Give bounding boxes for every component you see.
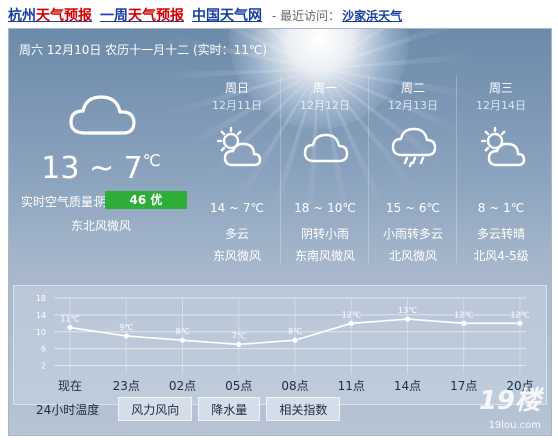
x-tick-label: 现在 bbox=[58, 379, 82, 393]
china-weather-link[interactable]: 中国天气网 bbox=[192, 5, 262, 25]
data-label: 12℃ bbox=[342, 310, 361, 319]
data-label: 8℃ bbox=[175, 327, 189, 336]
weekly-forecast-link[interactable]: 一周天气预报 bbox=[100, 5, 184, 25]
forecast-temp: 18 ~ 10℃ bbox=[294, 201, 356, 215]
forecast-wind: 东南风微风 bbox=[294, 249, 355, 263]
forecast-wind: 北风微风 bbox=[388, 249, 437, 263]
temperature-point bbox=[123, 333, 129, 339]
forecast-day-date: 12月11日 bbox=[212, 99, 262, 112]
forecast-condition: 多云转晴 bbox=[476, 227, 525, 241]
weather-card: 周六 12月10日 农历十一月十二 (实时：11℃) 13 ~ 7℃ 阴 东北风… bbox=[8, 28, 552, 436]
partly-cloudy-icon bbox=[216, 126, 262, 167]
x-tick-label: 02点 bbox=[169, 379, 196, 393]
forecast-day-name: 周三 bbox=[488, 81, 513, 95]
hangzhou-forecast-link[interactable]: 杭州天气预报 bbox=[8, 5, 92, 25]
temperature-point bbox=[404, 316, 411, 322]
forecast-day: 周三 12月14日 8 ~ 1℃ 多云转晴 北风4-5级 bbox=[457, 75, 545, 265]
temperature-point bbox=[348, 320, 354, 326]
temperature-point bbox=[517, 320, 523, 326]
forecast-condition: 阴转小雨 bbox=[300, 227, 349, 241]
x-tick-label: 11点 bbox=[338, 379, 365, 393]
y-tick-label: 2 bbox=[41, 362, 46, 371]
today-date-line: 周六 12月10日 农历十一月十二 (实时：11℃) bbox=[19, 43, 268, 57]
data-label: 12℃ bbox=[510, 310, 529, 319]
partly-cloudy-icon bbox=[480, 126, 526, 167]
forecast-temp: 15 ~ 6℃ bbox=[385, 201, 441, 215]
data-label: 7℃ bbox=[232, 331, 246, 340]
x-tick-label: 05点 bbox=[225, 379, 252, 393]
forecast-day-date: 12月13日 bbox=[388, 99, 438, 112]
chart-tabs: 24小时温度 风力风向 降水量 相关指数 bbox=[23, 397, 346, 421]
rain-cloud-icon bbox=[391, 127, 437, 168]
temperature-point bbox=[236, 341, 242, 348]
forecast-condition: 多云 bbox=[224, 227, 249, 241]
temperature-point bbox=[67, 324, 73, 331]
forecast-temp: 14 ~ 7℃ bbox=[209, 201, 265, 215]
forecast-day: 周一 12月12日 18 ~ 10℃ 阴转小雨 东南风微风 bbox=[281, 75, 369, 265]
data-label: 12℃ bbox=[454, 310, 473, 319]
temperature-point bbox=[461, 320, 467, 326]
y-tick-label: 18 bbox=[36, 294, 46, 303]
recent-visits-label: - 最近访问： bbox=[272, 8, 341, 23]
y-tick-label: 14 bbox=[36, 311, 46, 320]
temperature-chart-svg: 2 6 10 14 18 11℃ 9℃ 8℃ 7℃ 8℃ 12℃ 13℃ 12℃ 12℃ 现在 23点 02点 0… bbox=[36, 294, 534, 393]
forecast-wind: 北风4-5级 bbox=[473, 249, 529, 263]
aqi-badge: 46 优 bbox=[105, 191, 187, 209]
cloud-icon bbox=[69, 95, 136, 135]
temperature-point bbox=[292, 337, 298, 343]
forecast-day-date: 12月12日 bbox=[300, 99, 350, 112]
y-tick-label: 6 bbox=[41, 345, 46, 354]
temperature-point bbox=[179, 337, 186, 343]
forecast-day-name: 周日 bbox=[224, 81, 249, 95]
x-tick-label: 14点 bbox=[394, 379, 421, 393]
watermark-logo: 19楼 bbox=[478, 386, 541, 416]
x-tick-label: 17点 bbox=[450, 379, 477, 393]
x-tick-label: 08点 bbox=[281, 379, 308, 393]
forecast-condition: 小雨转多云 bbox=[382, 227, 443, 241]
forecast-day-name: 周二 bbox=[400, 81, 425, 95]
data-label: 8℃ bbox=[288, 327, 302, 336]
today-wind: 东北风微风 bbox=[70, 219, 131, 233]
forecast-day: 周二 12月13日 15 ~ 6℃ 小雨转多云 北风微风 bbox=[369, 75, 457, 265]
forecast-wind: 东风微风 bbox=[212, 249, 261, 263]
forecast-day-date: 12月14日 bbox=[476, 99, 526, 112]
top-link-bar: 杭州天气预报 一周天气预报 中国天气网 - 最近访问： 沙家浜天气 bbox=[8, 4, 402, 26]
recent-visit-link[interactable]: 沙家浜天气 bbox=[342, 7, 402, 24]
data-label: 13℃ bbox=[398, 306, 417, 315]
forecast-temp: 8 ~ 1℃ bbox=[477, 201, 525, 215]
tab-24h-temperature[interactable]: 24小时温度 bbox=[23, 397, 112, 421]
watermark-domain: 19lou.com bbox=[488, 420, 542, 431]
cloud-icon bbox=[303, 133, 349, 163]
data-label: 11℃ bbox=[60, 315, 79, 324]
y-tick-label: 10 bbox=[36, 328, 46, 337]
tab-indices[interactable]: 相关指数 bbox=[266, 397, 341, 421]
x-tick-label: 23点 bbox=[113, 379, 140, 393]
aqi-label: 实时空气质量: bbox=[21, 195, 98, 209]
tab-wind[interactable]: 风力风向 bbox=[118, 397, 193, 421]
forecast-day-name: 周一 bbox=[312, 81, 337, 95]
data-label: 9℃ bbox=[119, 323, 133, 332]
tab-precipitation[interactable]: 降水量 bbox=[198, 397, 261, 421]
today-temperature: 13 ~ 7℃ bbox=[41, 151, 161, 186]
forecast-day: 周日 12月11日 14 ~ 7℃ 多云 东风微风 bbox=[193, 75, 281, 265]
temperature-chart: 2 6 10 14 18 11℃ 9℃ 8℃ 7℃ 8℃ 12℃ 13℃ 12℃ 12℃ 现在 23点 02点 0… bbox=[13, 285, 547, 405]
forecast-days: 周日 12月11日 14 ~ 7℃ 多云 东风微风 周一 12月12日 18 ~… bbox=[193, 75, 551, 265]
